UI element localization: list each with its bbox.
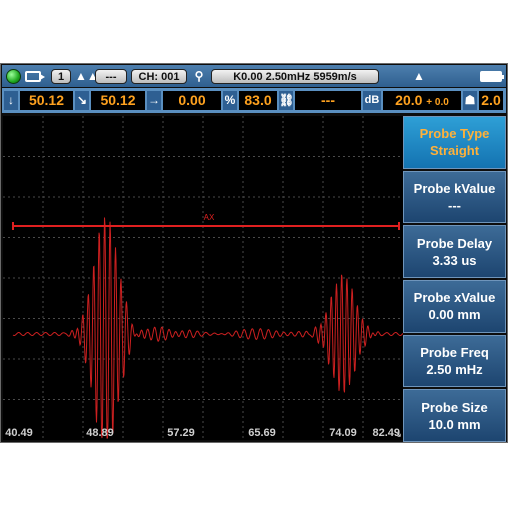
flaw-detector-screen: 1 ▲▲ --- CH: 001 ⚲ K0.00 2.50mHz 5959m/s… (0, 63, 508, 443)
probe-settings-menu: Probe Type Straight Probe kValue --- Pro… (403, 116, 506, 443)
menu-probe-kvalue-title: Probe kValue (413, 181, 496, 196)
channel-indicator[interactable]: CH: 001 (131, 68, 187, 84)
walking-person-icon: ☗ (463, 91, 477, 110)
menu-probe-size-value: 10.0 mm (428, 416, 481, 432)
menu-probe-size-title: Probe Size (421, 399, 488, 415)
status-led-icon (6, 68, 21, 84)
status-bar: 1 ▲▲ --- CH: 001 ⚲ K0.00 2.50mHz 5959m/s… (2, 65, 506, 87)
menu-probe-type[interactable]: Probe Type Straight (403, 116, 506, 169)
axis-arrow-icon: ↘ (394, 429, 402, 440)
menu-probe-kvalue[interactable]: Probe kValue --- (403, 170, 506, 224)
menu-probe-delay-title: Probe Delay (416, 235, 493, 251)
depth-icon: ↓ (4, 91, 18, 110)
probe-parameters: K0.00 2.50mHz 5959m/s (211, 68, 379, 84)
count-badge: 1 (51, 68, 71, 84)
chain-value[interactable]: --- (295, 91, 361, 110)
sound-path-value[interactable]: 50.12 (91, 91, 145, 110)
camera-icon[interactable] (25, 70, 45, 82)
menu-probe-delay-value: 3.33 us (432, 252, 477, 268)
x-tick-label: 40.49 (5, 427, 33, 439)
menu-probe-type-value: Straight (429, 143, 480, 159)
gate-top-label: AX (204, 213, 215, 222)
menu-probe-xvalue-value: 0.00 mm (428, 307, 481, 323)
menu-probe-freq-value: 2.50 mHz (426, 362, 483, 378)
triangle-icon: ▲ (413, 69, 425, 83)
amplitude-percent-value[interactable]: 83.0 (239, 91, 277, 110)
step-value[interactable]: 2.0 (479, 91, 503, 110)
depth-value[interactable]: 50.12 (20, 91, 73, 110)
mountain-icon: ▲▲ (75, 69, 99, 83)
menu-probe-type-title: Probe Type (419, 126, 490, 142)
gain-value[interactable]: 20.0 + 0.0 (383, 91, 461, 110)
horizontal-distance-value[interactable]: 0.00 (163, 91, 221, 110)
percent-icon: % (223, 91, 237, 110)
sound-path-icon: ↘ (75, 91, 89, 110)
x-tick-label: 48.89 (86, 427, 114, 439)
menu-probe-kvalue-value: --- (448, 198, 461, 213)
status-dashes: --- (95, 68, 127, 84)
menu-probe-freq-title: Probe Freq (420, 345, 489, 361)
chain-icon: ⛓ (279, 91, 294, 110)
menu-probe-xvalue-title: Probe xValue (413, 290, 496, 306)
gain-db-icon: dB (363, 91, 381, 110)
probe-icon: ⚲ (194, 69, 204, 83)
menu-probe-freq[interactable]: Probe Freq 2.50 mHz (403, 334, 506, 388)
horizontal-distance-icon: → (147, 91, 161, 110)
x-tick-label: 74.09 (329, 427, 357, 439)
x-tick-label: 65.69 (248, 427, 276, 439)
menu-probe-xvalue[interactable]: Probe xValue 0.00 mm (403, 280, 506, 333)
menu-probe-size[interactable]: Probe Size 10.0 mm (403, 389, 506, 443)
parameter-bar: ↓ 50.12 ↘ 50.12 → 0.00 % 83.0 ⛓ --- dB 2… (2, 88, 506, 113)
a-scan-waveform[interactable]: AX AX 40.4948.8957.2965.6974.0982.49↘ (3, 116, 403, 440)
battery-icon (480, 70, 504, 82)
gain-step: + 0.0 (426, 97, 449, 108)
menu-probe-delay[interactable]: Probe Delay 3.33 us (403, 225, 506, 279)
gain-main: 20.0 (395, 92, 423, 108)
x-tick-label: 57.29 (167, 427, 195, 439)
